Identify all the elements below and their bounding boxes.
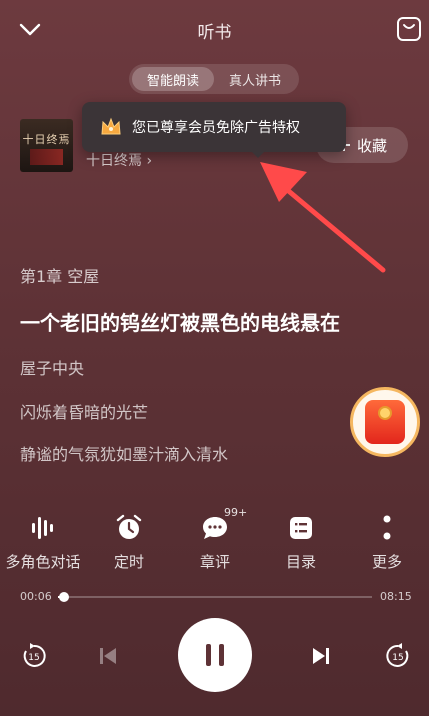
skip-next-icon <box>313 648 329 664</box>
red-packet-icon <box>365 400 405 444</box>
toolbar-label: 多角色对话 <box>5 553 81 571</box>
toolbar-label: 更多 <box>371 553 402 571</box>
tab-human-read[interactable]: 真人讲书 <box>214 67 296 91</box>
book-cover[interactable]: 十日终焉 <box>20 119 73 172</box>
current-time: 00:06 <box>20 590 52 603</box>
pause-button[interactable] <box>178 618 252 692</box>
toolbar-label: 定时 <box>113 553 144 571</box>
timer-button[interactable]: 定时 <box>86 513 172 572</box>
book-title-link[interactable]: 十日终焉 › <box>86 150 152 170</box>
cover-art <box>30 149 63 165</box>
catalog-icon <box>290 517 312 539</box>
tooltip-text: 您已尊享会员免除广告特权 <box>132 120 300 136</box>
text-line: 屋子中央 <box>20 359 85 378</box>
page-title: 听书 <box>197 23 232 43</box>
tab-smart-read[interactable]: 智能朗读 <box>132 67 214 91</box>
more-button[interactable]: 更多 <box>344 513 429 572</box>
forward-label: 15 <box>392 653 403 663</box>
red-packet-button[interactable] <box>350 387 420 457</box>
forward-15-button[interactable]: 15 <box>382 640 414 672</box>
toolbar-label: 章评 <box>199 553 230 571</box>
multi-role-button[interactable]: 多角色对话 <box>0 513 86 572</box>
more-icon <box>383 515 391 540</box>
rewind-15-button[interactable]: 15 <box>18 640 50 672</box>
chapter-title: 第1章 空屋 <box>20 267 100 286</box>
cover-title: 十日终焉 <box>22 133 71 146</box>
toolbar-label: 目录 <box>285 553 316 571</box>
skip-previous-icon <box>100 648 116 664</box>
pause-icon <box>206 644 224 666</box>
text-line: 闪烁着昏暗的光芒 <box>20 403 149 422</box>
total-time: 08:15 <box>380 590 412 603</box>
comment-count-badge: 99+ <box>224 506 248 519</box>
bag-icon <box>397 17 421 41</box>
current-line: 一个老旧的钨丝灯被黑色的电线悬在 <box>20 311 340 335</box>
forward-15-icon: 15 <box>386 643 409 667</box>
rewind-label: 15 <box>28 653 39 663</box>
annotation-arrow-icon <box>260 162 386 273</box>
vip-tooltip: 您已尊享会员免除广告特权 <box>82 102 346 152</box>
catalog-button[interactable]: 目录 <box>258 513 344 572</box>
previous-chapter-button[interactable] <box>92 640 124 672</box>
next-chapter-button[interactable] <box>305 640 337 672</box>
progress-track[interactable] <box>58 596 372 598</box>
chapter-comment-button[interactable]: 章评 <box>172 513 258 572</box>
progress-handle[interactable] <box>59 592 69 602</box>
voice-wave-icon <box>32 517 53 539</box>
mode-switch: 智能朗读 真人讲书 <box>129 64 299 94</box>
bag-button[interactable] <box>396 16 424 44</box>
rewind-15-icon: 15 <box>23 643 46 667</box>
crown-icon <box>101 117 121 135</box>
alarm-clock-icon <box>116 514 142 539</box>
text-line: 静谧的气氛犹如墨汁滴入清水 <box>20 445 229 464</box>
